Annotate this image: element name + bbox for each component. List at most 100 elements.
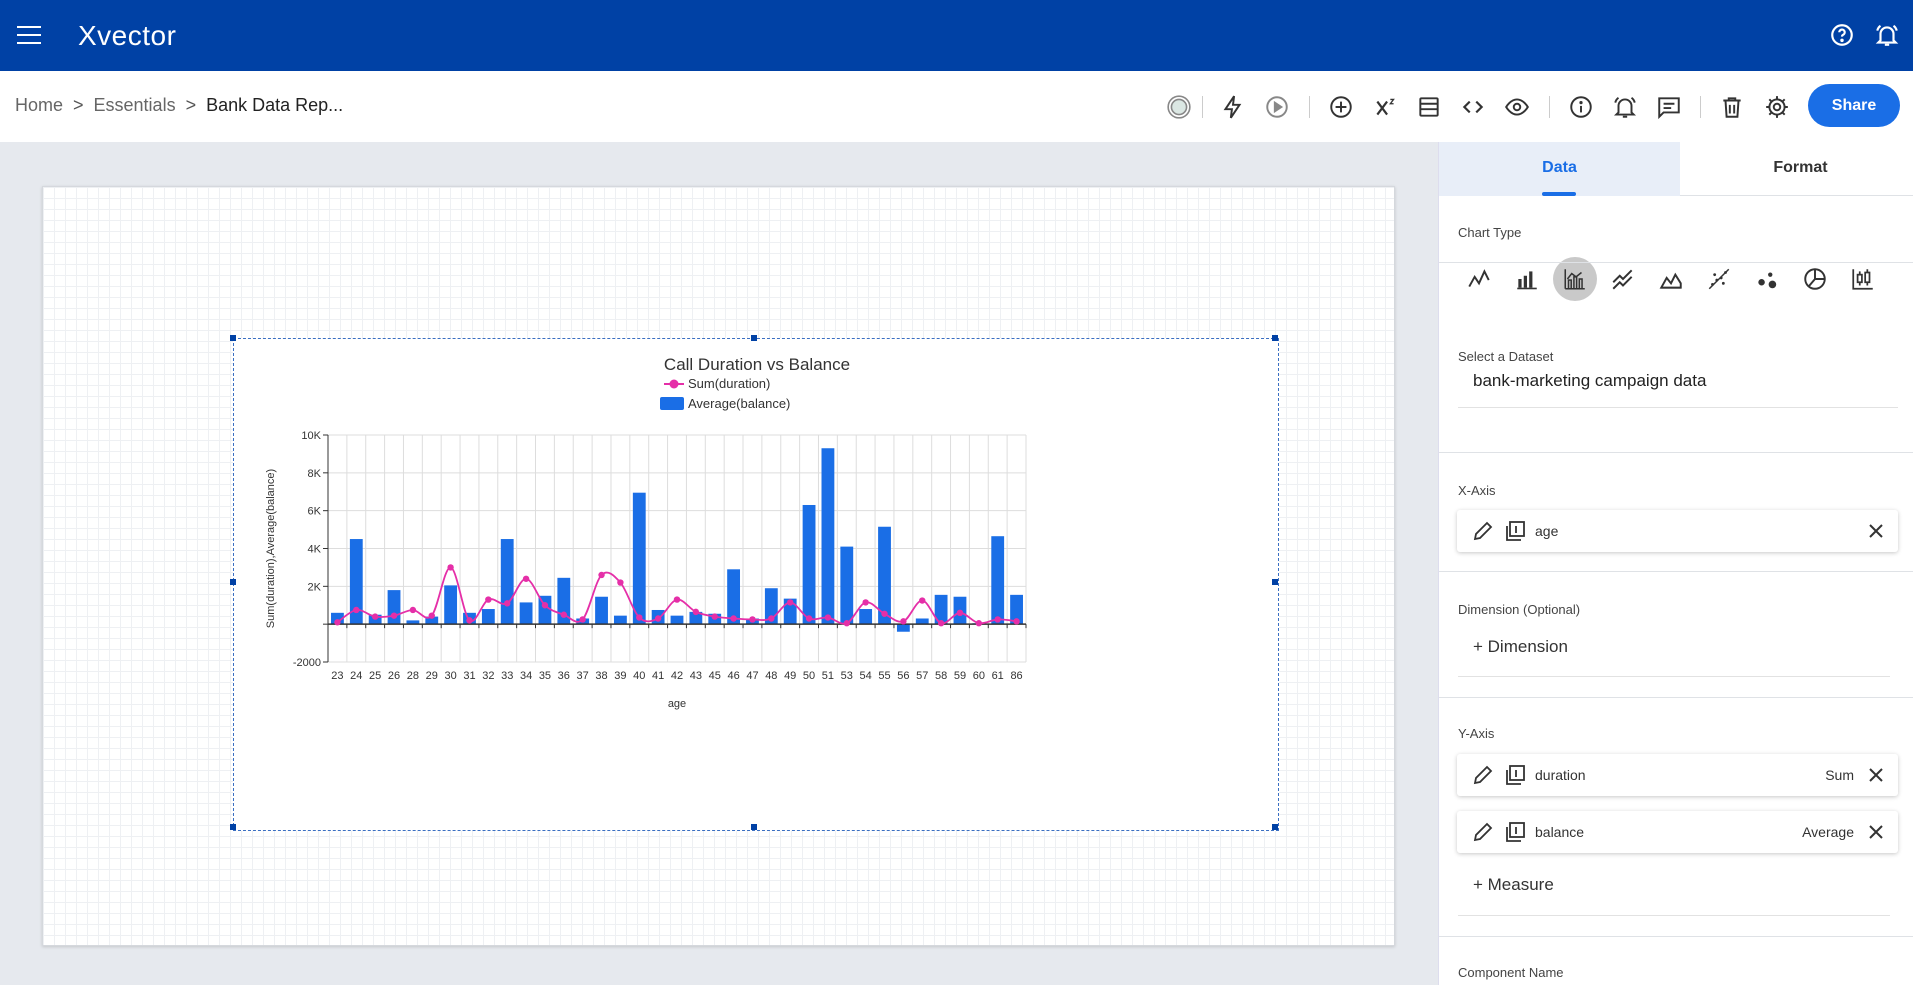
comment-icon[interactable] xyxy=(1656,94,1682,120)
layout-icon[interactable] xyxy=(1416,94,1442,120)
area-chart-icon[interactable] xyxy=(1649,257,1693,301)
help-icon[interactable] xyxy=(1829,22,1855,48)
breadcrumb-separator: > xyxy=(185,95,197,115)
candlestick-chart-icon[interactable] xyxy=(1841,257,1885,301)
y-axis-label: Y-Axis xyxy=(1458,726,1495,741)
play-icon[interactable] xyxy=(1264,94,1290,120)
tab-data[interactable]: Data xyxy=(1439,142,1680,196)
line-point xyxy=(749,616,756,623)
y-axis-field-card[interactable]: balance Average xyxy=(1457,811,1898,853)
x-tick-label: 36 xyxy=(558,670,570,682)
tab-format[interactable]: Format xyxy=(1680,142,1913,196)
multi-line-chart-icon[interactable] xyxy=(1601,257,1645,301)
dataset-select[interactable]: bank-marketing campaign data xyxy=(1458,362,1898,408)
bar xyxy=(481,609,495,625)
line-point xyxy=(371,613,379,620)
section-divider xyxy=(1439,262,1913,263)
line-point xyxy=(881,610,888,617)
x-tick-label: 34 xyxy=(520,670,532,682)
y-axis-aggregation[interactable]: Average xyxy=(1802,824,1854,840)
chart-plot: -2000 2K 4K 6K 8K 10K 23 24 25 26 28 29 30 31 32 33 34 35… xyxy=(265,376,1027,710)
bar xyxy=(802,504,816,625)
x-tick-label: 33 xyxy=(501,670,513,682)
edit-pencil-icon[interactable] xyxy=(1471,519,1495,543)
lightning-icon[interactable] xyxy=(1220,94,1246,120)
x-tick-label: 51 xyxy=(822,670,834,682)
line-point xyxy=(768,615,775,622)
pie-chart-icon[interactable] xyxy=(1793,257,1837,301)
copy-icon[interactable] xyxy=(1503,820,1527,844)
x-tick-label: 41 xyxy=(652,670,664,682)
add-dimension-button[interactable]: + Dimension xyxy=(1473,637,1568,657)
line-point xyxy=(937,620,945,627)
remove-close-icon[interactable] xyxy=(1864,763,1888,787)
x-tick-label: 39 xyxy=(614,670,626,682)
line-point xyxy=(541,602,549,609)
share-button[interactable]: Share xyxy=(1808,84,1900,127)
breadcrumb-home[interactable]: Home xyxy=(15,95,63,115)
notification-bell-icon[interactable] xyxy=(1874,22,1900,48)
y-axis-aggregation[interactable]: Sum xyxy=(1825,767,1854,783)
add-measure-button[interactable]: + Measure xyxy=(1473,875,1554,895)
x-tick-label: 37 xyxy=(577,670,589,682)
breadcrumb-separator: > xyxy=(73,95,84,115)
tab-active-indicator xyxy=(1542,192,1576,196)
bar-chart-icon[interactable] xyxy=(1505,257,1549,301)
edit-pencil-icon[interactable] xyxy=(1471,763,1495,787)
line-point xyxy=(428,612,435,619)
bubble-chart-icon[interactable] xyxy=(1745,257,1789,301)
x-axis-field-card[interactable]: age xyxy=(1457,510,1898,552)
eye-icon[interactable] xyxy=(1504,94,1530,120)
y-axis-field-card[interactable]: duration Sum xyxy=(1457,754,1898,796)
alarm-icon[interactable] xyxy=(1612,94,1638,120)
add-circle-icon[interactable] xyxy=(1328,94,1354,120)
toolbar-divider xyxy=(1549,96,1550,118)
dimension-label: Dimension (Optional) xyxy=(1458,602,1581,617)
gear-icon[interactable] xyxy=(1764,94,1790,120)
x-tick-label: 46 xyxy=(727,670,739,682)
copy-icon[interactable] xyxy=(1503,763,1527,787)
remove-close-icon[interactable] xyxy=(1864,820,1888,844)
remove-close-icon[interactable] xyxy=(1864,519,1888,543)
y-axis-title: Sum(duration),Average(balance) xyxy=(265,469,277,628)
x-tick-label: 55 xyxy=(878,670,890,682)
edit-pencil-icon[interactable] xyxy=(1471,820,1495,844)
superscript-icon[interactable] xyxy=(1373,94,1399,120)
bar xyxy=(613,615,627,625)
bar xyxy=(859,609,873,625)
x-tick-label: 59 xyxy=(954,670,966,682)
x-tick-label: 56 xyxy=(897,670,909,682)
code-icon[interactable] xyxy=(1460,94,1486,120)
status-icon[interactable] xyxy=(1166,94,1192,120)
toolbar-divider xyxy=(1700,96,1701,118)
report-canvas[interactable]: Call Duration vs Balance -2000 2K 4K 6K 8K 10… xyxy=(42,186,1395,946)
copy-icon[interactable] xyxy=(1503,519,1527,543)
line-point xyxy=(862,599,869,606)
hamburger-menu-icon[interactable] xyxy=(17,26,41,44)
x-tick-label: 28 xyxy=(407,670,419,682)
line-point xyxy=(692,608,700,616)
scatter-line-chart-icon[interactable] xyxy=(1697,257,1741,301)
breadcrumb-essentials[interactable]: Essentials xyxy=(94,95,176,115)
bar-line-chart-icon[interactable] xyxy=(1553,257,1597,301)
chart-component[interactable]: Call Duration vs Balance -2000 2K 4K 6K 8K 10… xyxy=(230,335,1279,831)
x-tick-label: 29 xyxy=(426,670,438,682)
y-tick-label: 6K xyxy=(308,506,322,518)
x-tick-label: 48 xyxy=(765,670,777,682)
line-point xyxy=(447,564,454,571)
line-chart-icon[interactable] xyxy=(1457,257,1501,301)
line-point xyxy=(919,597,926,604)
chart-type-label: Chart Type xyxy=(1458,225,1522,240)
info-icon[interactable] xyxy=(1568,94,1594,120)
line-point xyxy=(636,614,643,621)
line-point xyxy=(598,571,605,579)
top-bar: Xvector xyxy=(0,0,1913,71)
x-tick-label: 49 xyxy=(784,670,796,682)
series-line xyxy=(336,566,1017,625)
trash-icon[interactable] xyxy=(1719,94,1745,120)
line-point xyxy=(673,596,681,603)
line-point xyxy=(409,606,417,614)
x-tick-label: 54 xyxy=(860,670,872,682)
app-logo[interactable]: Xvector xyxy=(78,20,176,52)
line-point xyxy=(975,620,983,627)
